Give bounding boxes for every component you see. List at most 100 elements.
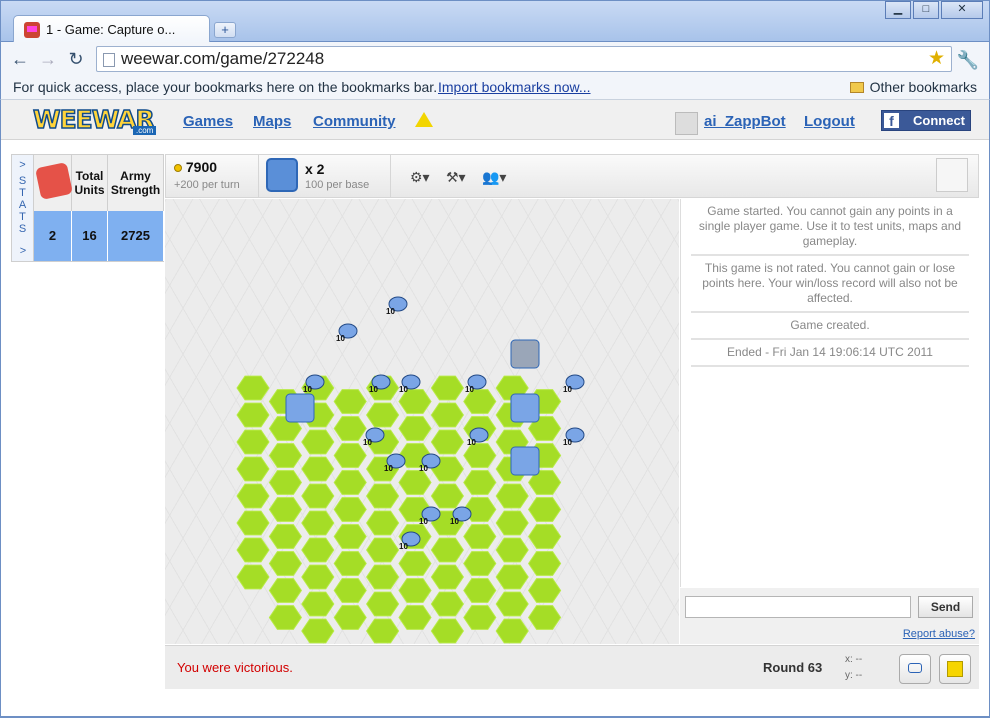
hex-tile[interactable] [430,591,465,617]
hex-tile[interactable] [463,578,497,603]
other-bookmarks-button[interactable]: Other bookmarks [849,79,977,95]
unit[interactable]: 10 [563,427,585,447]
hex-tile[interactable] [333,470,367,495]
warning-icon[interactable] [415,112,433,127]
hex-tile[interactable] [333,443,367,468]
player-profile-icon[interactable] [936,158,968,192]
nav-games-link[interactable]: Games [183,113,233,130]
nav-community-link[interactable]: Community [313,113,396,130]
fullscreen-button[interactable] [939,654,971,684]
hex-tile[interactable] [365,618,400,644]
hex-tile[interactable] [527,524,562,549]
hex-tile[interactable] [268,524,303,549]
hex-tile[interactable] [301,618,335,644]
reload-icon[interactable]: ↻ [67,50,85,68]
hex-tile[interactable] [236,375,270,401]
neutral-base[interactable] [510,339,540,369]
players-icon[interactable]: 👥▾ [482,169,506,186]
hex-tile[interactable] [268,443,303,468]
hex-tile[interactable] [495,591,529,617]
hex-tile[interactable] [430,483,465,509]
hex-tile[interactable] [527,551,562,576]
bookmark-star-icon[interactable]: ★ [928,49,945,69]
unit[interactable]: 10 [336,323,358,343]
hex-tile[interactable] [463,470,497,495]
hex-tile[interactable] [365,591,400,617]
hex-tile[interactable] [333,524,367,549]
hex-tile[interactable] [365,564,400,590]
hex-tile[interactable] [333,389,367,414]
nav-maps-link[interactable]: Maps [253,113,291,130]
hex-tile[interactable] [236,456,270,482]
hex-tile[interactable] [430,375,465,401]
hex-tile[interactable] [495,510,529,536]
unit[interactable]: 10 [386,296,408,316]
username-link[interactable]: ai_ZappBot [704,113,786,130]
hex-tile[interactable] [301,537,335,563]
hex-tile[interactable] [365,510,400,536]
hex-tile[interactable] [430,564,465,590]
hex-tile[interactable] [365,402,400,428]
hex-tile[interactable] [333,578,367,603]
hex-tile[interactable] [333,416,367,441]
hex-tile[interactable] [495,618,529,644]
url-input[interactable] [121,49,911,69]
player-base[interactable] [510,446,540,476]
hex-tile[interactable] [301,456,335,482]
maximize-button[interactable]: □ [913,1,939,19]
hex-tile[interactable] [527,605,562,630]
send-button[interactable]: Send [918,596,973,618]
hex-tile[interactable] [301,483,335,509]
hex-tile[interactable] [301,591,335,617]
hex-tile[interactable] [268,497,303,522]
hex-tile[interactable] [268,551,303,576]
hex-tile[interactable] [495,537,529,563]
hex-tile[interactable] [463,605,497,630]
forward-arrow-icon[interactable]: → [39,50,57,68]
hex-tile[interactable] [495,564,529,590]
game-map[interactable]: 10 10 10 10 10 10 10 10 10 10 10 10 10 10 10 [165,199,679,644]
weewar-logo[interactable]: WEEWAR .com [32,104,161,137]
hex-tile[interactable] [398,470,432,495]
report-abuse-link[interactable]: Report abuse? [903,628,975,640]
hex-tile[interactable] [236,483,270,509]
hex-tile[interactable] [398,605,432,630]
hex-tile[interactable] [463,443,497,468]
hex-tile[interactable] [333,605,367,630]
chat-input[interactable] [685,596,911,618]
hex-tile[interactable] [301,429,335,455]
hex-tile[interactable] [430,402,465,428]
hex-tile[interactable] [236,564,270,590]
hex-tile[interactable] [430,429,465,455]
logout-link[interactable]: Logout [804,113,855,130]
hex-tile[interactable] [301,564,335,590]
hex-tile[interactable] [236,510,270,536]
hex-tile[interactable] [527,497,562,522]
minimize-button[interactable]: ▁ [885,1,911,19]
hex-tile[interactable] [333,497,367,522]
player-base[interactable] [510,393,540,423]
hex-tile[interactable] [398,551,432,576]
hex-tile[interactable] [268,578,303,603]
browser-tab[interactable]: 1 - Game: Capture o... [13,15,210,43]
hex-tile[interactable] [236,429,270,455]
hex-tile[interactable] [236,402,270,428]
hex-tile[interactable] [365,483,400,509]
player-base[interactable] [285,393,315,423]
stats-toggle[interactable]: > S T A T S > [12,155,34,261]
wrench-icon[interactable]: 🔧 [957,50,979,71]
address-bar[interactable]: ★ [96,46,952,72]
hex-tile[interactable] [527,578,562,603]
back-arrow-icon[interactable]: ← [11,50,29,68]
hex-tile[interactable] [236,537,270,563]
hex-tile[interactable] [333,551,367,576]
hex-tile[interactable] [268,605,303,630]
hex-tile[interactable] [398,578,432,603]
hex-tile[interactable] [463,524,497,549]
new-tab-button[interactable]: + [214,22,236,38]
tools-icon[interactable]: ⚒▾ [446,169,466,186]
hex-tile[interactable] [430,618,465,644]
settings-gear-icon[interactable]: ⚙▾ [410,169,430,186]
unit[interactable]: 10 [563,374,585,394]
chat-toggle-button[interactable] [899,654,931,684]
